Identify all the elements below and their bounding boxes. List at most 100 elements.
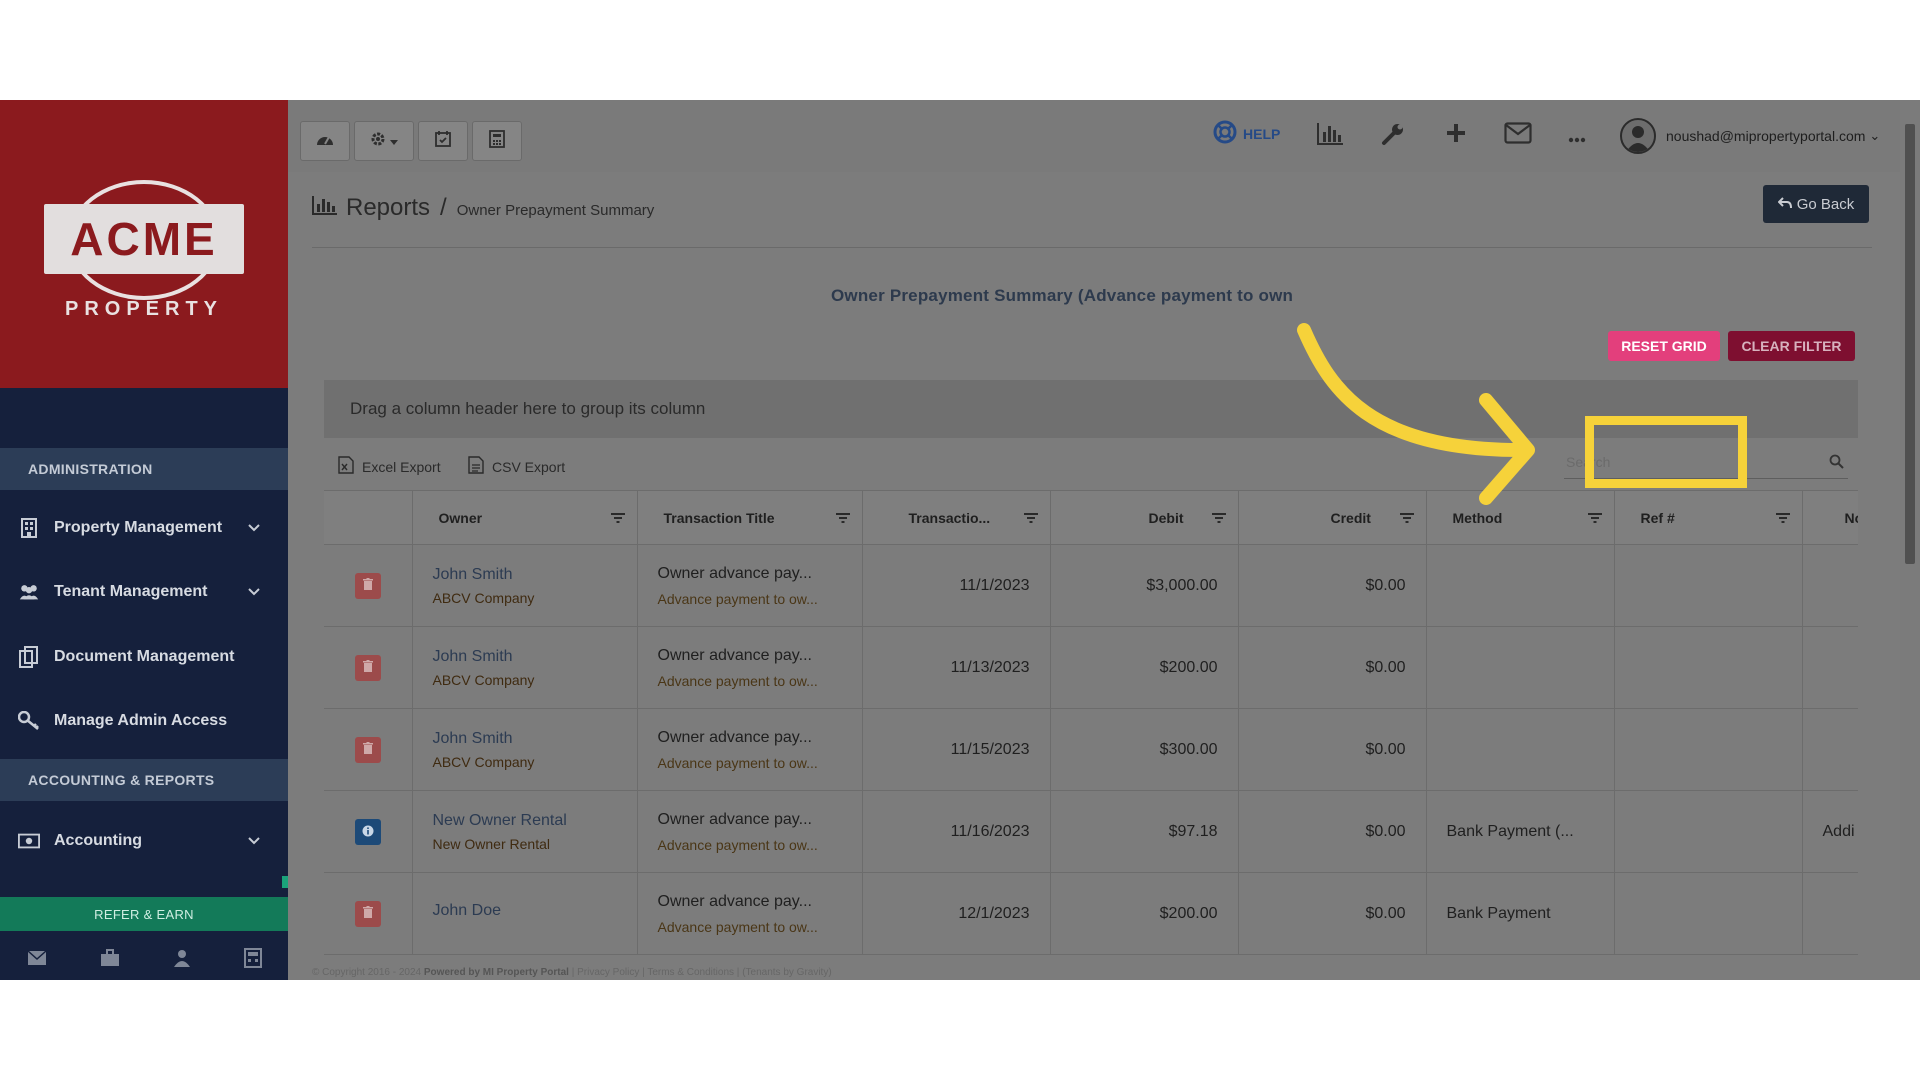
logo-text: ACME bbox=[70, 213, 218, 265]
clear-filter-button[interactable]: CLEAR FILTER bbox=[1728, 331, 1855, 361]
method-cell bbox=[1426, 626, 1615, 709]
credit-cell: $0.00 bbox=[1238, 708, 1427, 791]
transaction-title: Owner advance pay... bbox=[657, 810, 812, 828]
go-back-button[interactable]: Go Back bbox=[1763, 185, 1869, 223]
transaction-subtitle: Advance payment to ow... bbox=[657, 754, 818, 771]
column-header-debit[interactable]: Debit bbox=[1050, 490, 1239, 545]
calendar-check-icon bbox=[435, 130, 451, 152]
filter-icon[interactable] bbox=[1775, 510, 1790, 526]
title-cell: Owner advance pay... Advance payment to o… bbox=[637, 544, 863, 627]
calculator-icon[interactable] bbox=[243, 947, 262, 973]
breadcrumb-reports[interactable]: Reports bbox=[346, 194, 430, 222]
ref-cell bbox=[1614, 790, 1803, 873]
envelope-icon[interactable] bbox=[1504, 122, 1532, 149]
delete-button[interactable] bbox=[354, 736, 381, 763]
info-button[interactable] bbox=[354, 818, 381, 845]
sidebar-item-property-management[interactable]: Property Management bbox=[0, 502, 288, 554]
trash-icon bbox=[362, 905, 373, 923]
column-label: Method bbox=[1452, 509, 1503, 526]
bar-chart-icon[interactable] bbox=[1316, 122, 1344, 151]
transaction-subtitle: Advance payment to ow... bbox=[657, 836, 818, 853]
settings-dropdown-button[interactable] bbox=[354, 121, 414, 161]
app-frame: ACME PROPERTY ADMINISTRATION Property Ma… bbox=[0, 100, 1920, 980]
breadcrumb: Reports / Owner Prepayment Summary bbox=[312, 194, 654, 222]
sidebar-item-manage-admin-access[interactable]: Manage Admin Access bbox=[0, 695, 288, 747]
title-cell: Owner advance pay... Advance payment to o… bbox=[637, 626, 863, 709]
briefcase-icon[interactable] bbox=[100, 948, 120, 972]
debit-cell: $200.00 bbox=[1050, 872, 1239, 955]
column-header-owner[interactable]: Owner bbox=[412, 490, 638, 545]
column-header-transaction-title[interactable]: Transaction Title bbox=[637, 490, 863, 545]
caret-icon: ⌄ bbox=[1869, 128, 1881, 143]
search-icon[interactable] bbox=[1829, 454, 1844, 472]
wrench-icon[interactable] bbox=[1381, 122, 1405, 151]
owner-name[interactable]: John Smith bbox=[433, 730, 617, 748]
owner-name[interactable]: New Owner Rental bbox=[433, 812, 617, 830]
csv-export-label: CSV Export bbox=[492, 458, 566, 475]
footer-terms-link[interactable]: Terms & Conditions bbox=[647, 967, 734, 978]
table-row[interactable]: John Smith ABCV Company Owner advance pay… bbox=[324, 708, 1858, 791]
table-row[interactable]: John Smith ABCV Company Owner advance pay… bbox=[324, 544, 1858, 627]
reset-grid-button[interactable]: RESET GRID bbox=[1608, 331, 1720, 361]
help-label: HELP bbox=[1243, 125, 1281, 142]
transaction-subtitle: Advance payment to ow... bbox=[657, 590, 818, 607]
user-menu[interactable]: noushad@mipropertyportal.com ⌄ bbox=[1620, 118, 1880, 154]
excel-export-button[interactable]: Excel Export bbox=[338, 456, 441, 477]
refer-earn-button[interactable]: REFER & EARN bbox=[0, 897, 288, 931]
date-cell: 12/1/2023 bbox=[862, 872, 1051, 955]
delete-button[interactable] bbox=[354, 654, 381, 681]
help-link[interactable]: HELP bbox=[1213, 120, 1280, 147]
owner-name[interactable]: John Smith bbox=[433, 566, 617, 584]
sidebar-item-label: Tenant Management bbox=[54, 583, 208, 600]
note-cell bbox=[1802, 626, 1858, 709]
user-icon[interactable] bbox=[173, 949, 191, 972]
credit-cell: $0.00 bbox=[1238, 544, 1427, 627]
delete-button[interactable] bbox=[354, 900, 381, 927]
table-row[interactable]: John Smith ABCV Company Owner advance pay… bbox=[324, 626, 1858, 709]
more-icon[interactable] bbox=[1568, 130, 1586, 148]
sidebar-item-accounting[interactable]: Accounting bbox=[0, 815, 288, 867]
logo[interactable]: ACME PROPERTY bbox=[0, 100, 288, 388]
section-administration: ADMINISTRATION bbox=[0, 448, 288, 490]
sidebar-item-tenant-management[interactable]: Tenant Management bbox=[0, 566, 288, 618]
gear-icon bbox=[370, 131, 386, 152]
filter-icon[interactable] bbox=[1211, 510, 1226, 526]
logo-subtext: PROPERTY bbox=[64, 298, 224, 320]
page-scroll-thumb[interactable] bbox=[1905, 124, 1915, 564]
filter-icon[interactable] bbox=[835, 510, 850, 526]
footer-powered[interactable]: Powered by MI Property Portal bbox=[424, 967, 569, 978]
go-back-label: Go Back bbox=[1796, 195, 1855, 213]
building-icon bbox=[18, 517, 40, 539]
divider bbox=[312, 247, 1872, 248]
delete-button[interactable] bbox=[354, 572, 381, 599]
owner-name[interactable]: John Doe bbox=[433, 902, 617, 920]
debit-cell: $200.00 bbox=[1050, 626, 1239, 709]
ref-cell bbox=[1614, 872, 1803, 955]
sidebar: ACME PROPERTY ADMINISTRATION Property Ma… bbox=[0, 100, 288, 980]
filter-icon[interactable] bbox=[610, 510, 625, 526]
sidebar-item-document-management[interactable]: Document Management bbox=[0, 631, 288, 683]
table-row[interactable]: John Doe Owner advance pay... Advance pay… bbox=[324, 872, 1858, 955]
table-header-row: Owner Transaction Title Transactio... De… bbox=[324, 490, 1858, 545]
dashboard-button[interactable] bbox=[300, 121, 350, 161]
csv-export-button[interactable]: CSV Export bbox=[468, 456, 565, 477]
transaction-title: Owner advance pay... bbox=[657, 892, 812, 910]
filter-icon[interactable] bbox=[1399, 510, 1414, 526]
column-label: Ref # bbox=[1640, 509, 1675, 526]
owner-cell: John Smith ABCV Company bbox=[412, 626, 638, 709]
column-header-transaction-date[interactable]: Transactio... bbox=[862, 490, 1051, 545]
filter-icon[interactable] bbox=[1587, 510, 1602, 526]
ref-cell bbox=[1614, 626, 1803, 709]
plus-icon[interactable] bbox=[1445, 122, 1467, 149]
mail-icon[interactable] bbox=[27, 949, 47, 971]
filter-icon[interactable] bbox=[1023, 510, 1038, 526]
calendar-button[interactable] bbox=[418, 121, 468, 161]
table-row[interactable]: New Owner Rental New Owner Rental Owner a… bbox=[324, 790, 1858, 873]
column-header-ref[interactable]: Ref # bbox=[1614, 490, 1803, 545]
calculator-button[interactable] bbox=[472, 121, 522, 161]
method-cell bbox=[1426, 544, 1615, 627]
column-header-note[interactable]: Note bbox=[1802, 490, 1858, 545]
footer-privacy-link[interactable]: Privacy Policy bbox=[577, 967, 639, 978]
trash-icon bbox=[362, 741, 373, 759]
owner-name[interactable]: John Smith bbox=[433, 648, 617, 666]
